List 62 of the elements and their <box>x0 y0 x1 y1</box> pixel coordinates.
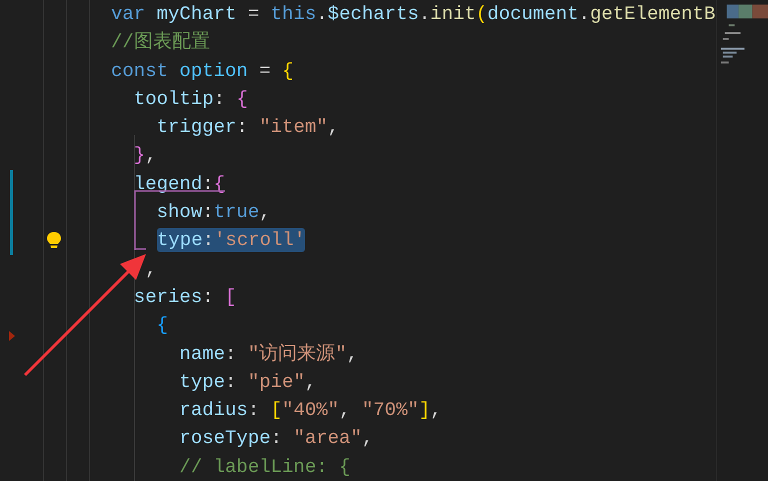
punctuation-token: : <box>236 116 249 138</box>
punctuation-token: . <box>418 3 430 25</box>
code-comment: //图表配置 <box>111 31 210 54</box>
bracket-token: { <box>282 60 294 82</box>
property-token: type <box>178 370 226 393</box>
punctuation-token: : <box>202 201 214 224</box>
punctuation-token: : <box>225 370 238 393</box>
string-token: "40%" <box>282 399 340 422</box>
punctuation-token: : <box>202 172 214 195</box>
punctuation-token: , <box>362 427 374 450</box>
punctuation-token: : <box>202 229 214 252</box>
bracket-token: ( <box>476 3 488 25</box>
punctuation-token: : <box>270 427 284 450</box>
property-token: trigger <box>156 116 236 138</box>
property-token: name <box>178 342 226 365</box>
punctuation-token: = <box>246 3 260 25</box>
bracket-token: [ <box>270 399 282 422</box>
bracket-token: { <box>214 172 226 195</box>
function-token: init <box>430 3 476 25</box>
punctuation-token: : <box>214 88 226 110</box>
keyword-token: this <box>270 3 316 25</box>
bracket-token: { <box>236 88 248 110</box>
punctuation-token: , <box>346 342 358 365</box>
function-token: getElementB <box>590 3 716 25</box>
string-token: 'scroll' <box>214 229 306 252</box>
string-token: "area" <box>293 427 362 450</box>
string-token: "pie" <box>248 370 305 393</box>
bracket-token: } <box>132 144 146 166</box>
property-token: legend <box>132 172 202 195</box>
punctuation-token: : <box>248 399 260 422</box>
punctuation-token: , <box>259 201 271 224</box>
punctuation-token: , <box>304 370 316 393</box>
property-token: series <box>132 286 202 308</box>
variable-token: myChart <box>156 3 236 25</box>
string-token: "70%" <box>362 399 419 422</box>
keyword-token: var <box>111 3 146 25</box>
punctuation-token: , <box>430 399 442 422</box>
punctuation-token: . <box>578 3 590 25</box>
variable-token: document <box>487 3 579 25</box>
property-token: roseType <box>178 427 271 450</box>
bracket-token: { <box>156 314 168 336</box>
bracket-token: [ <box>225 286 236 308</box>
punctuation-token: , <box>328 116 340 138</box>
punctuation-token: , <box>144 258 157 280</box>
punctuation-token: : <box>225 342 238 365</box>
punctuation-token: = <box>258 60 272 82</box>
punctuation-token: , <box>145 144 157 166</box>
variable-token: $echarts <box>328 3 419 25</box>
property-token: tooltip <box>132 88 214 110</box>
punctuation-token: : <box>202 286 215 308</box>
string-token: "item" <box>259 116 328 138</box>
property-token: type <box>157 229 203 252</box>
bracket-token: ] <box>418 399 430 422</box>
property-token: radius <box>178 399 248 422</box>
string-token: "访问来源" <box>248 342 347 365</box>
keyword-token: true <box>214 201 260 224</box>
code-comment: // labelLine: { <box>178 456 350 478</box>
keyword-token: const <box>111 60 168 82</box>
punctuation-token: , <box>339 399 352 422</box>
punctuation-token: . <box>316 3 328 25</box>
property-token: show <box>156 201 202 224</box>
variable-token: option <box>178 60 248 82</box>
